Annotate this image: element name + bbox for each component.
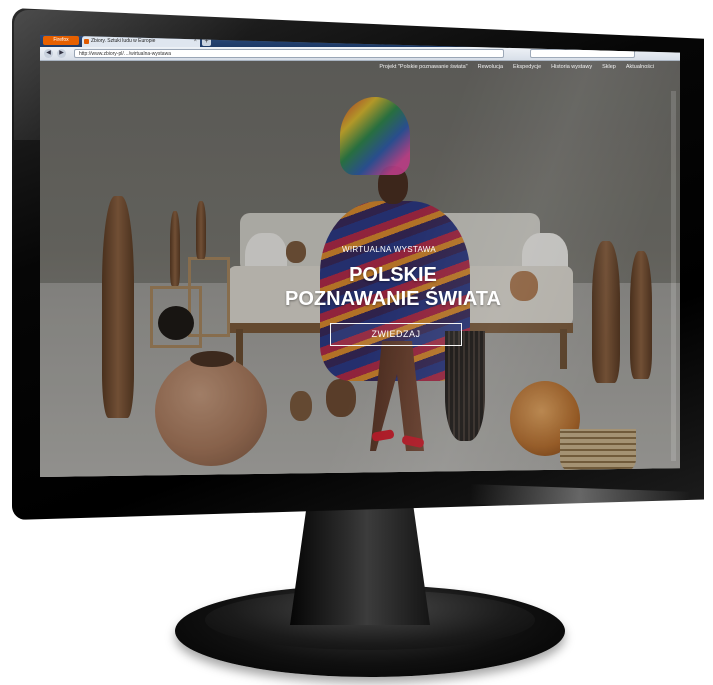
- nav-item-expeditions[interactable]: Ekspedycje: [513, 64, 541, 70]
- hero-title-line1: POLSKIE: [349, 264, 437, 286]
- nav-item-revolution[interactable]: Rewolucja: [478, 64, 503, 70]
- visit-button[interactable]: ZWIEDZAJ: [330, 323, 462, 346]
- nav-item-news[interactable]: Aktualności: [626, 64, 654, 70]
- arrow-right-icon[interactable]: ▶: [57, 49, 66, 58]
- site-nav: Projekt "Polskie poznawanie świata" Rewo…: [379, 64, 654, 70]
- nav-item-history[interactable]: Historia wystawy: [551, 64, 592, 70]
- tab-title: Zbiory. Sztuki ludu w Europie: [91, 38, 156, 44]
- hero-subtitle: WIRTUALNA WYSTAWA: [342, 245, 436, 254]
- hero-title: POLSKIE POZNAWANIE ŚWIATA: [268, 263, 518, 311]
- nav-item-project[interactable]: Projekt "Polskie poznawanie świata": [379, 64, 467, 70]
- firefox-icon: [84, 39, 89, 44]
- hero-title-line2: POZNAWANIE ŚWIATA: [285, 288, 501, 310]
- page-scrollbar[interactable]: [671, 91, 676, 461]
- monitor-screen: Firefox Zbiory. Sztuki ludu w Europie × …: [40, 35, 680, 477]
- firefox-menu-button[interactable]: Firefox: [43, 36, 79, 45]
- monitor-stand-neck: [290, 505, 430, 625]
- arrow-left-icon[interactable]: ◀: [44, 49, 53, 58]
- nav-item-shop[interactable]: Sklep: [602, 64, 616, 70]
- web-page: Projekt "Polskie poznawanie świata" Rewo…: [40, 61, 680, 477]
- address-bar[interactable]: http://www.zbiory-pl/…/wirtualna-wystawa: [74, 49, 504, 58]
